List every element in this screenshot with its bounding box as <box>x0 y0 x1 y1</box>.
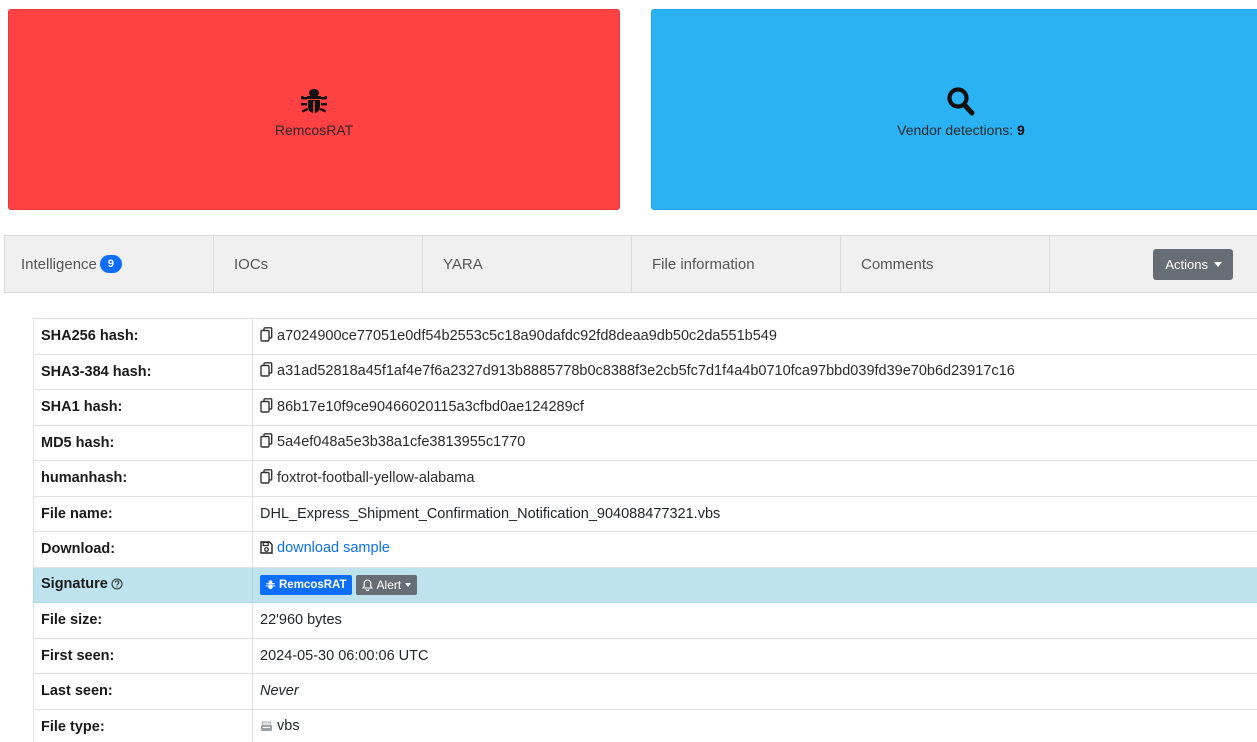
intelligence-count-badge: 9 <box>99 255 122 273</box>
signature-tag[interactable]: RemcosRAT <box>260 575 352 595</box>
file-size-value: 22'960 bytes <box>252 602 1257 639</box>
signature-card-label: RemcosRAT <box>274 121 354 138</box>
download-sample-link[interactable]: download sample <box>277 540 390 556</box>
sha256-key: SHA256 hash: <box>33 318 253 355</box>
sha1-value-cell: 86b17e10f9ce90466020115a3cfbd0ae124289cf <box>252 389 1257 426</box>
sha256-value: a7024900ce77051e0df54b2553c5c18a90dafdc9… <box>277 327 777 344</box>
file-type-value-cell: vbs <box>252 708 1257 742</box>
bell-icon <box>361 578 373 591</box>
humanhash-key: humanhash: <box>33 460 253 497</box>
actions-label: Actions <box>1165 256 1208 272</box>
download-key: Download: <box>33 531 253 568</box>
bug-icon <box>300 82 328 118</box>
help-icon[interactable] <box>111 578 123 594</box>
tab-file-information[interactable]: File information <box>632 236 841 292</box>
sha3-384-value-cell: a31ad52818a45f1af4e7f6a2327d913b8885778b… <box>252 353 1257 390</box>
humanhash-value: foxtrot-football-yellow-alabama <box>277 469 475 486</box>
file-info-table: SHA256 hash: a7024900ce77051e0df54b2553c… <box>33 318 1257 742</box>
md5-value: 5a4ef048a5e3b38a1cfe3813955c1770 <box>277 434 526 451</box>
table-row-sha256: SHA256 hash: a7024900ce77051e0df54b2553c… <box>33 318 1257 355</box>
copy-icon[interactable] <box>260 433 273 452</box>
sha3-384-value: a31ad52818a45f1af4e7f6a2327d913b8885778b… <box>277 363 1015 380</box>
signature-card[interactable]: RemcosRAT <box>8 9 620 210</box>
search-icon <box>946 82 976 118</box>
caret-down-icon <box>405 582 412 587</box>
tab-file-information-label: File information <box>652 255 755 273</box>
last-seen-key: Last seen: <box>33 673 253 710</box>
tab-comments[interactable]: Comments <box>841 236 1050 292</box>
file-type-icon <box>260 720 273 736</box>
vendor-detections-card[interactable]: Vendor detections: 9 <box>651 9 1257 210</box>
bug-icon <box>265 579 276 591</box>
tab-bar: Intelligence 9 IOCs YARA File informatio… <box>4 235 1257 293</box>
file-type-value: vbs <box>277 717 300 734</box>
tab-actions-container: Actions <box>1050 236 1257 292</box>
tab-iocs[interactable]: IOCs <box>214 236 423 292</box>
sha1-value: 86b17e10f9ce90466020115a3cfbd0ae124289cf <box>277 398 584 415</box>
table-row-file-size: File size: 22'960 bytes <box>33 602 1257 639</box>
vendor-detections-label: Vendor detections: 9 <box>897 121 1025 138</box>
vendor-detections-count: 9 <box>1017 121 1025 138</box>
sha1-key: SHA1 hash: <box>33 389 253 426</box>
file-type-key: File type: <box>33 708 253 742</box>
first-seen-key: First seen: <box>33 637 253 674</box>
table-row-download: Download: download sample <box>33 531 1257 568</box>
file-name-key: File name: <box>33 495 253 532</box>
signature-key-cell: Signature <box>33 566 253 603</box>
alert-dropdown-button[interactable]: Alert <box>355 574 418 595</box>
signature-key: Signature <box>41 575 108 592</box>
table-row-humanhash: humanhash: foxtrot-football-yellow-alaba… <box>33 460 1257 497</box>
last-seen-value: Never <box>252 673 1257 710</box>
copy-icon[interactable] <box>260 326 273 346</box>
tab-comments-label: Comments <box>861 255 934 273</box>
alert-label: Alert <box>376 577 402 592</box>
table-row-file-name: File name: DHL_Express_Shipment_Confirma… <box>33 495 1257 532</box>
tab-intelligence-label: Intelligence <box>21 255 97 273</box>
file-size-key: File size: <box>33 602 253 639</box>
table-row-first-seen: First seen: 2024-05-30 06:00:06 UTC <box>33 637 1257 674</box>
copy-icon[interactable] <box>260 362 273 381</box>
file-name-value: DHL_Express_Shipment_Confirmation_Notifi… <box>252 495 1257 532</box>
floppy-disk-icon <box>260 541 273 558</box>
actions-dropdown-button[interactable]: Actions <box>1153 248 1233 280</box>
table-row-sha1: SHA1 hash: 86b17e10f9ce90466020115a3cfbd… <box>33 389 1257 426</box>
caret-down-icon <box>1214 261 1222 267</box>
first-seen-value: 2024-05-30 06:00:06 UTC <box>252 637 1257 674</box>
copy-icon[interactable] <box>260 397 273 417</box>
table-row-sha3-384: SHA3-384 hash: a31ad52818a45f1af4e7f6a23… <box>33 353 1257 390</box>
tab-yara[interactable]: YARA <box>423 236 632 292</box>
table-row-md5: MD5 hash: 5a4ef048a5e3b38a1cfe3813955c17… <box>33 424 1257 461</box>
table-row-last-seen: Last seen: Never <box>33 673 1257 710</box>
download-value-cell: download sample <box>252 531 1257 568</box>
md5-value-cell: 5a4ef048a5e3b38a1cfe3813955c1770 <box>252 424 1257 461</box>
humanhash-value-cell: foxtrot-football-yellow-alabama <box>252 460 1257 497</box>
sha256-value-cell: a7024900ce77051e0df54b2553c5c18a90dafdc9… <box>252 318 1257 355</box>
table-row-signature: Signature RemcosRAT Alert <box>33 566 1257 603</box>
table-row-file-type: File type: vbs <box>33 708 1257 742</box>
tab-iocs-label: IOCs <box>234 255 269 273</box>
copy-icon[interactable] <box>260 468 273 488</box>
tab-yara-label: YARA <box>443 255 483 273</box>
md5-key: MD5 hash: <box>33 424 253 461</box>
signature-value-cell: RemcosRAT Alert <box>252 566 1257 603</box>
tab-intelligence[interactable]: Intelligence 9 <box>5 236 214 292</box>
signature-tag-label: RemcosRAT <box>279 579 347 591</box>
sha3-384-key: SHA3-384 hash: <box>33 353 253 390</box>
